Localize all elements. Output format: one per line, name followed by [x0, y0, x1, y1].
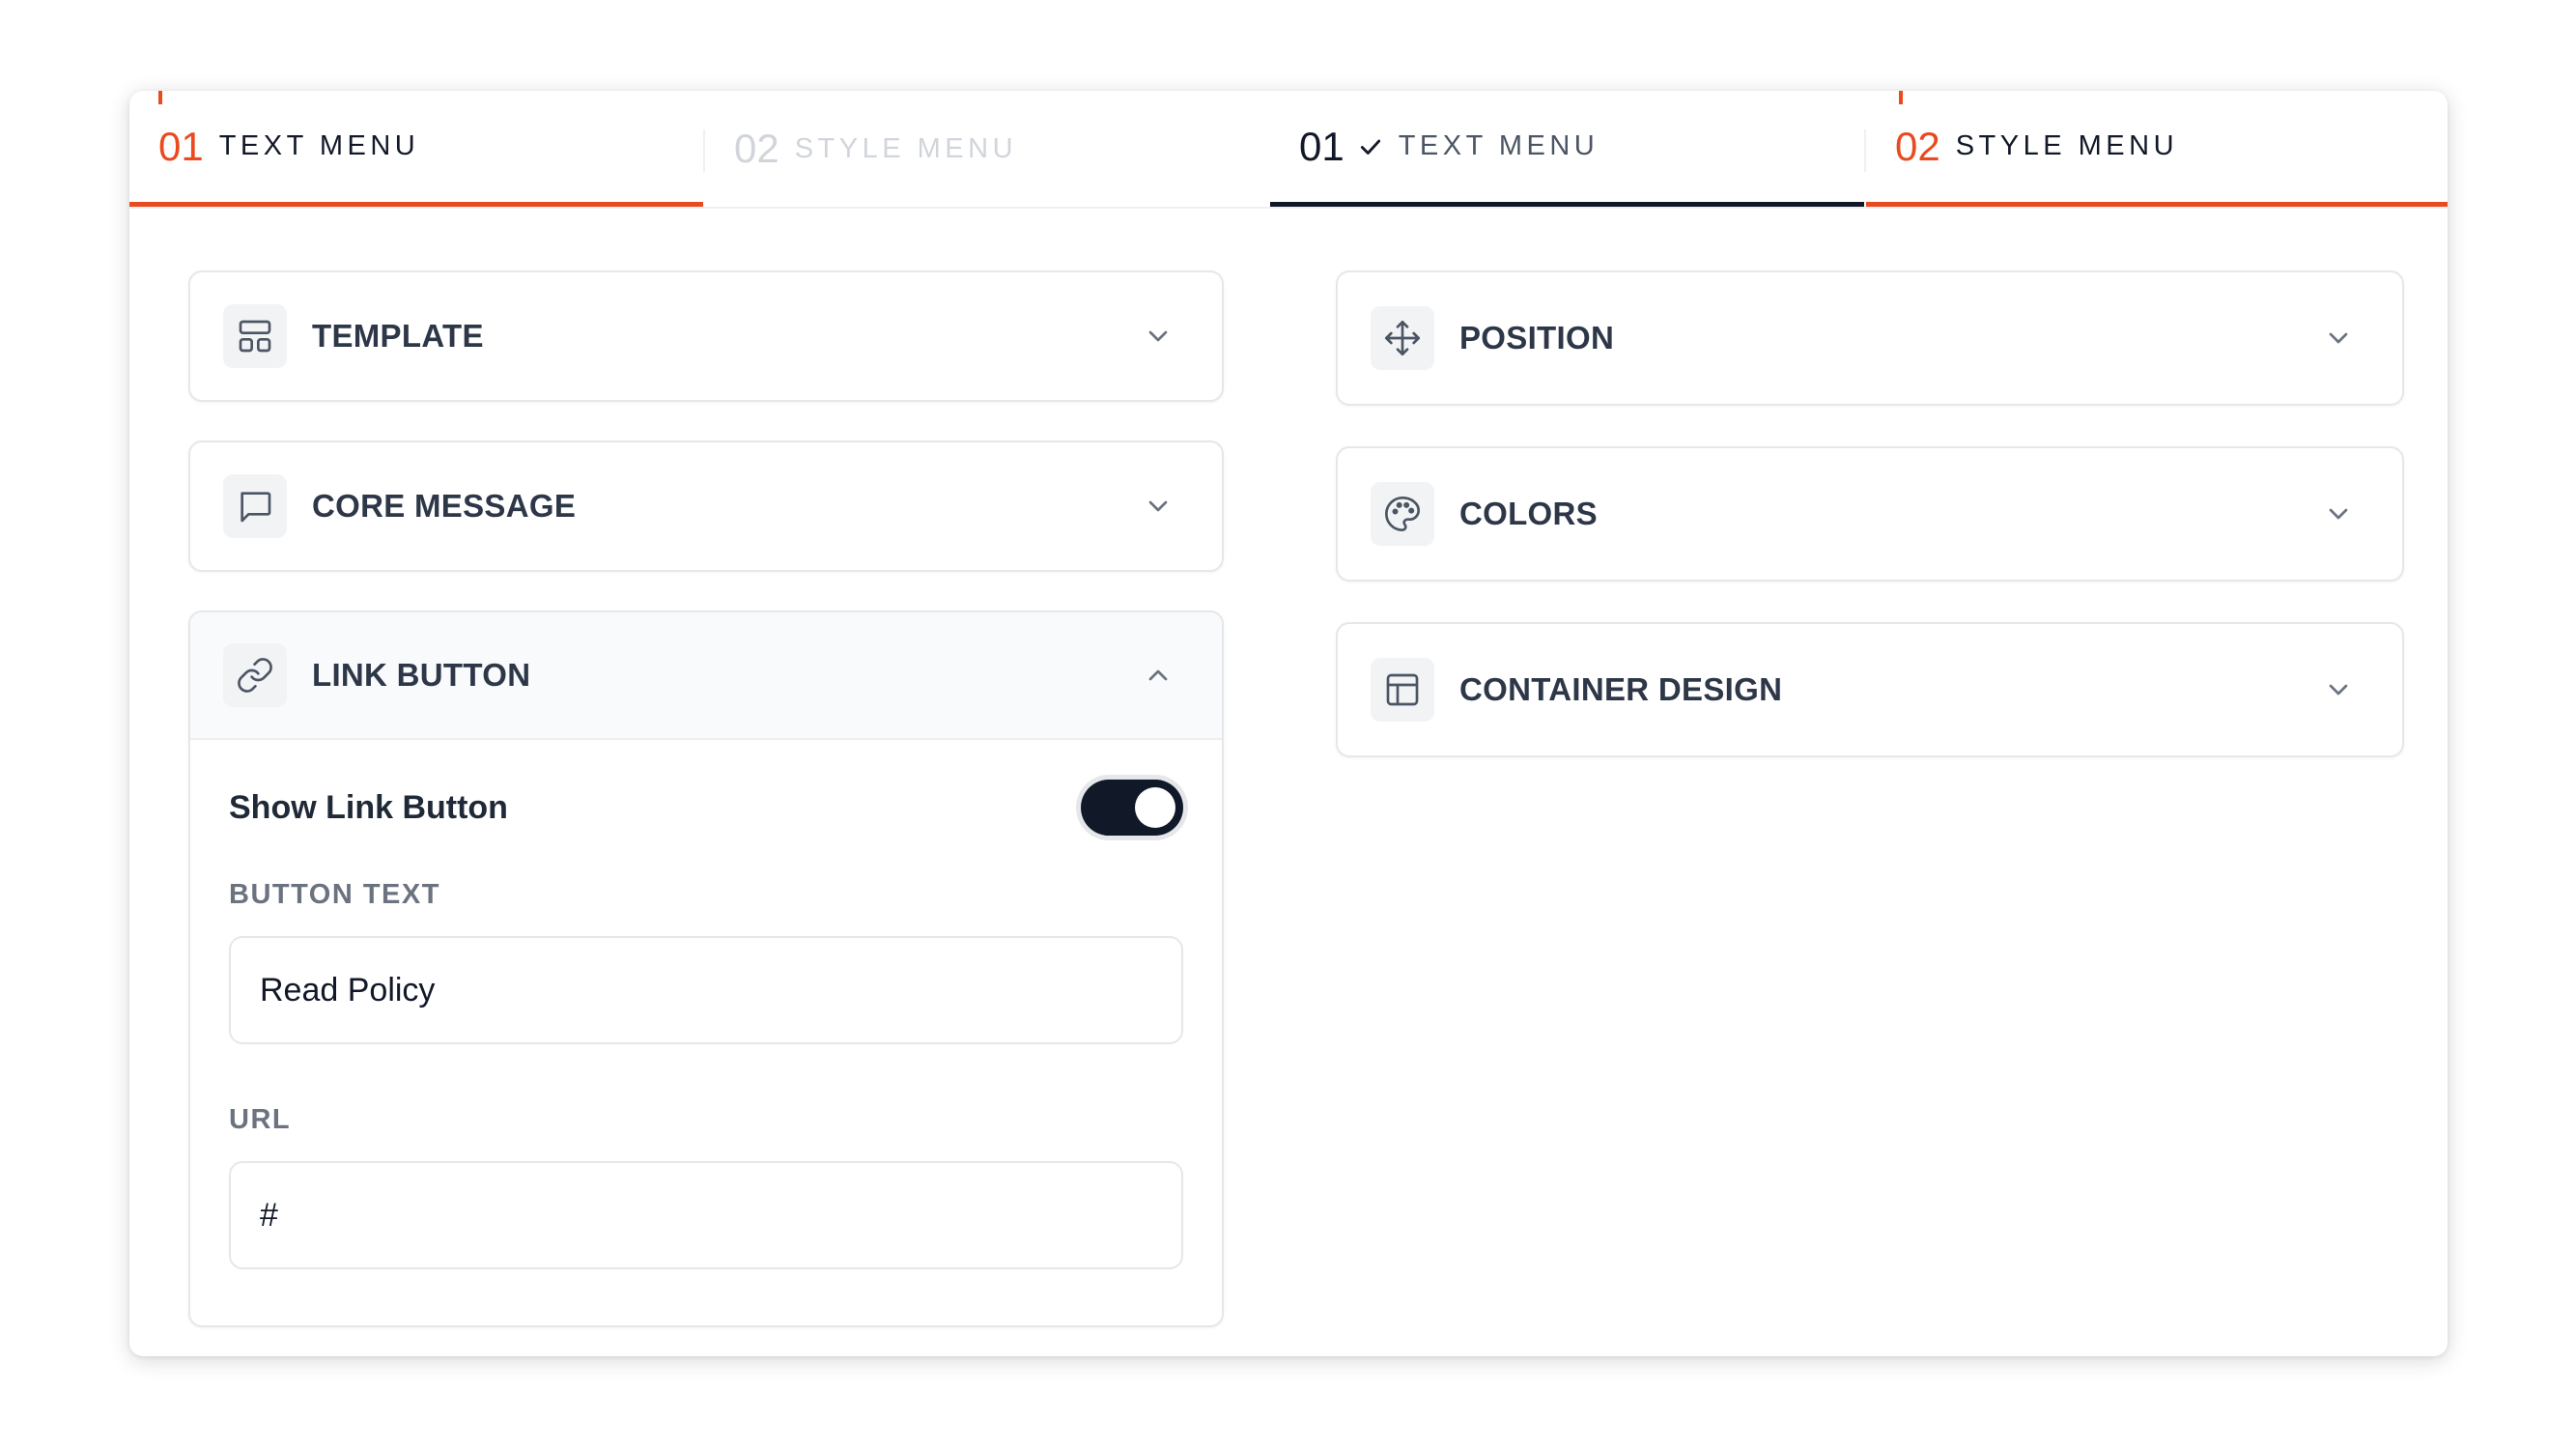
- layout-template-icon: [223, 304, 287, 368]
- section-title: TEMPLATE: [312, 318, 484, 354]
- tab-number: 01: [158, 123, 204, 169]
- link-button-section-header[interactable]: LINK BUTTON: [190, 612, 1222, 740]
- tab-style-menu[interactable]: 02 STYLE MENU: [1866, 91, 2448, 207]
- check-icon: [1360, 139, 1380, 155]
- left-panel: 01 TEXT MENU 02 STYLE MENU TEMPLATE CORE…: [129, 91, 1270, 1356]
- tab-text-menu[interactable]: 01 TEXT MENU: [129, 91, 703, 207]
- position-section-header[interactable]: POSITION: [1338, 272, 2402, 404]
- link-button-section: LINK BUTTON Show Link Button BUTTON TEXT…: [188, 611, 1224, 1327]
- right-panel: 01 TEXT MENU 02 STYLE MENU POSITION COLO…: [1270, 91, 2448, 1356]
- message-square-icon: [223, 474, 287, 538]
- chevron-down-icon[interactable]: [2323, 498, 2354, 529]
- link-button-section-body: Show Link Button BUTTON TEXT URL: [190, 740, 1222, 1269]
- tab-label: TEXT MENU: [1398, 130, 1599, 161]
- colors-section: COLORS: [1336, 446, 2404, 582]
- button-text-label: BUTTON TEXT: [229, 879, 440, 910]
- chevron-down-icon[interactable]: [2323, 323, 2354, 354]
- core-message-section-header[interactable]: CORE MESSAGE: [190, 442, 1222, 570]
- right-step-tabs: 01 TEXT MENU 02 STYLE MENU: [1270, 91, 2448, 209]
- url-input[interactable]: [229, 1161, 1183, 1269]
- section-title: POSITION: [1459, 320, 1615, 355]
- url-label: URL: [229, 1104, 292, 1135]
- layout-panel-icon: [1371, 658, 1434, 722]
- link-icon: [223, 643, 287, 707]
- settings-card: 01 TEXT MENU 02 STYLE MENU TEMPLATE CORE…: [129, 91, 2448, 1356]
- chevron-up-icon[interactable]: [1143, 660, 1174, 691]
- section-title: LINK BUTTON: [312, 657, 531, 693]
- tab-number: 01: [1299, 123, 1345, 169]
- tab-number: 02: [1895, 123, 1940, 169]
- move-icon: [1371, 306, 1434, 370]
- chevron-down-icon[interactable]: [1143, 491, 1174, 522]
- palette-icon: [1371, 482, 1434, 546]
- tab-text-menu-completed[interactable]: 01 TEXT MENU: [1270, 91, 1864, 207]
- colors-section-header[interactable]: COLORS: [1338, 448, 2402, 580]
- button-text-input[interactable]: [229, 936, 1183, 1044]
- template-section: TEMPLATE: [188, 270, 1224, 402]
- position-section: POSITION: [1336, 270, 2404, 406]
- show-link-button-toggle[interactable]: [1081, 780, 1183, 836]
- chevron-down-icon[interactable]: [2323, 674, 2354, 705]
- template-section-header[interactable]: TEMPLATE: [190, 272, 1222, 400]
- tab-label: TEXT MENU: [218, 130, 420, 161]
- toggle-knob: [1135, 787, 1175, 828]
- tab-style-menu[interactable]: 02 STYLE MENU: [705, 91, 1270, 207]
- section-title: COLORS: [1459, 496, 1598, 531]
- left-step-tabs: 01 TEXT MENU 02 STYLE MENU: [129, 91, 1270, 209]
- container-design-section-header[interactable]: CONTAINER DESIGN: [1338, 624, 2402, 755]
- tab-number: 02: [734, 126, 779, 171]
- chevron-down-icon[interactable]: [1143, 321, 1174, 352]
- tab-label: STYLE MENU: [1955, 130, 2179, 161]
- section-title: CORE MESSAGE: [312, 488, 577, 524]
- show-link-button-label: Show Link Button: [229, 788, 508, 826]
- tab-label: STYLE MENU: [794, 132, 1018, 164]
- section-title: CONTAINER DESIGN: [1459, 671, 1783, 707]
- container-design-section: CONTAINER DESIGN: [1336, 622, 2404, 757]
- show-link-button-row: Show Link Button: [229, 740, 1183, 875]
- core-message-section: CORE MESSAGE: [188, 440, 1224, 572]
